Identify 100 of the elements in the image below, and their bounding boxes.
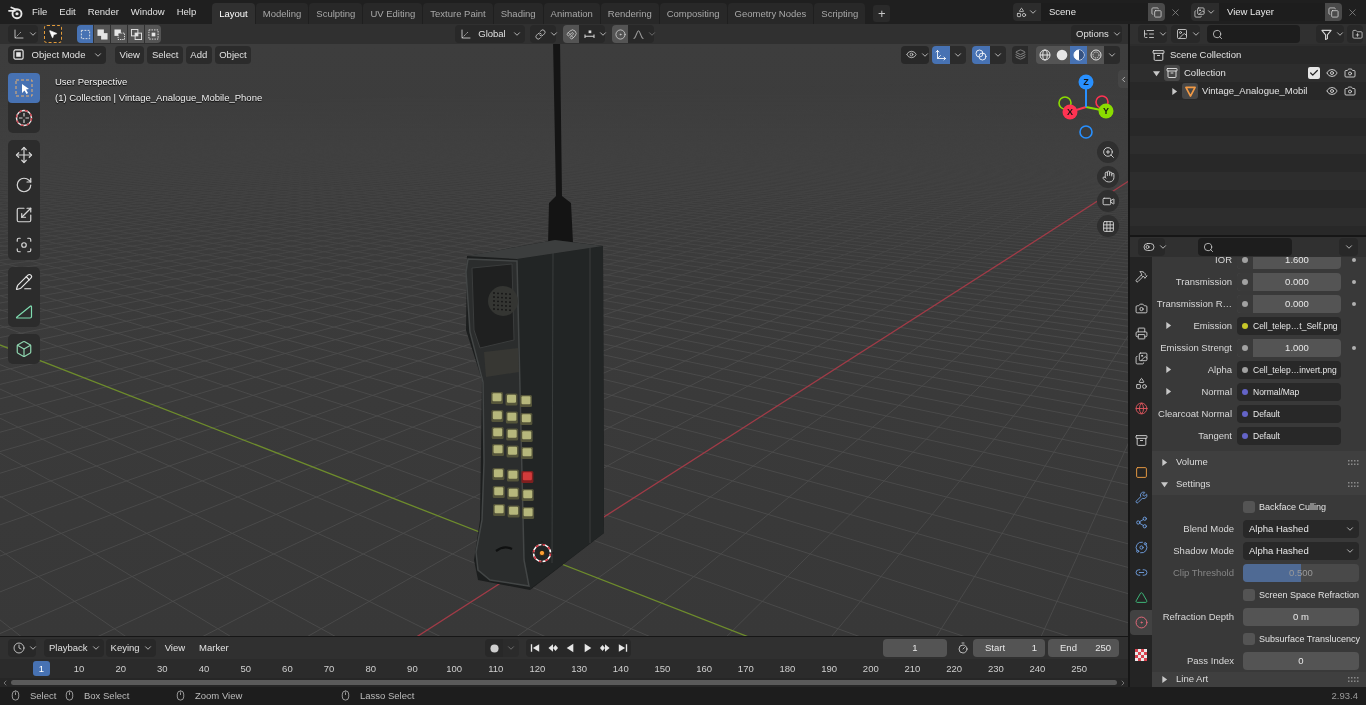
menu-item[interactable]: View <box>115 45 145 64</box>
linked-input-field[interactable]: Normal/Map <box>1237 383 1341 401</box>
expand-triangle-icon[interactable] <box>1171 87 1178 95</box>
add-workspace-button[interactable]: + <box>873 5 891 22</box>
workspace-tab[interactable]: Animation <box>543 3 600 24</box>
search-field[interactable] <box>1198 238 1292 256</box>
shading-mode-button[interactable] <box>1036 45 1053 64</box>
perspective-toggle-button[interactable] <box>1097 215 1119 238</box>
options-dropdown[interactable]: Options <box>1071 25 1122 43</box>
sidebar-toggle-button[interactable] <box>1118 70 1128 88</box>
input-field[interactable]: Default <box>1237 427 1341 445</box>
frame-ruler[interactable]: 1 10 20 30 40 50 60 70 80 90 100 110 120 130 140 150 160 170 180 190 200 210 220 230 240 250 <box>0 659 1128 678</box>
gizmos-toggle[interactable] <box>932 45 950 64</box>
shading-mode-button[interactable] <box>1087 45 1104 64</box>
selection-mode-button[interactable] <box>111 25 127 43</box>
auto-keying-button[interactable] <box>485 639 504 657</box>
workspace-tab[interactable]: Shading <box>493 3 543 24</box>
socket-dot-icon[interactable] <box>1242 367 1248 373</box>
workspace-tab[interactable]: Texture Paint <box>423 3 493 24</box>
editor-type-button[interactable] <box>8 25 38 43</box>
axis-handle[interactable]: X <box>1062 104 1087 120</box>
keyframe-dot-icon[interactable] <box>1351 280 1356 284</box>
dropdown[interactable]: Alpha Hashed <box>1243 542 1359 560</box>
panel-header[interactable]: Volume <box>1152 451 1366 473</box>
select-tool-button[interactable] <box>44 25 62 43</box>
checkbox[interactable] <box>1243 633 1255 645</box>
orientation-dropdown[interactable]: Global <box>455 25 525 43</box>
checkbox-label[interactable]: Backface Culling <box>1259 501 1327 513</box>
outliner-item[interactable]: Collection <box>1184 67 1226 79</box>
socket-dot-icon[interactable] <box>1242 389 1248 395</box>
socket-dot-icon[interactable] <box>1242 411 1248 417</box>
socket-dot-icon[interactable] <box>1242 301 1248 307</box>
linked-input-field[interactable]: Cell_telep…t_Self.png <box>1237 317 1341 335</box>
panel-header[interactable]: Settings <box>1152 473 1366 495</box>
checkbox-label[interactable]: Subsurface Translucency <box>1259 633 1361 645</box>
xray-toggle[interactable] <box>1012 45 1028 64</box>
menu-item[interactable]: View <box>159 639 191 657</box>
proportional-editing-toggle[interactable] <box>612 25 628 43</box>
keyframe-dot-icon[interactable] <box>1351 258 1356 262</box>
selection-mode-button[interactable] <box>128 25 144 43</box>
app-logo-icon[interactable] <box>8 4 23 20</box>
input-field[interactable]: Default <box>1237 405 1341 423</box>
workspace-tab[interactable]: Layout <box>212 3 255 24</box>
menu-item[interactable]: Object <box>214 45 252 64</box>
checkbox[interactable] <box>1243 589 1255 601</box>
menu-item[interactable]: Marker <box>194 639 234 657</box>
view-layer-filter-dropdown[interactable] <box>1171 25 1200 43</box>
new-view-layer-button[interactable] <box>1325 3 1342 21</box>
socket-dot-icon[interactable] <box>1242 257 1248 263</box>
socket-dot-icon[interactable] <box>1242 433 1248 439</box>
tool-button[interactable] <box>8 334 40 364</box>
outliner-item[interactable]: Scene Collection <box>1170 49 1242 61</box>
linked-input-field[interactable]: Cell_telep…invert.png <box>1237 361 1341 379</box>
workspace-tab[interactable]: Sculpting <box>309 3 363 24</box>
preview-range-button[interactable] <box>955 639 971 657</box>
shading-mode-button[interactable] <box>1053 45 1070 64</box>
expand-triangle-icon[interactable] <box>1161 458 1168 466</box>
menu-item[interactable]: File <box>26 2 54 22</box>
view-layer-browse-button[interactable] <box>1191 3 1219 21</box>
3d-viewport[interactable]: Object Mode View Select Add Object User Perspective (1) Collection | Vintage_Analogue_Mobile_Phone X Y Z <box>0 44 1128 636</box>
snap-target-dropdown[interactable] <box>579 25 605 43</box>
workspace-tab[interactable]: Scripting <box>814 3 866 24</box>
snap-toggle[interactable] <box>563 25 579 43</box>
menu-item[interactable]: Edit <box>53 2 82 22</box>
falloff-dropdown[interactable] <box>628 25 654 43</box>
expand-triangle-icon[interactable] <box>1165 388 1172 396</box>
timeline-scrollbar[interactable] <box>11 680 1117 685</box>
shading-mode-button[interactable] <box>1070 45 1087 64</box>
editor-type-button[interactable] <box>8 639 36 657</box>
mode-dropdown[interactable]: Object Mode <box>8 45 106 64</box>
keyframe-dot-icon[interactable] <box>1351 346 1356 350</box>
new-collection-button[interactable] <box>1347 25 1363 43</box>
menu-dropdown[interactable]: Keying <box>105 639 156 657</box>
workspace-tab[interactable]: Compositing <box>659 3 727 24</box>
3d-cursor-icon[interactable] <box>529 540 555 566</box>
expand-triangle-icon[interactable] <box>1161 480 1168 488</box>
tool-button[interactable] <box>8 73 40 103</box>
pivot-dropdown[interactable] <box>530 25 556 43</box>
new-scene-button[interactable] <box>1148 3 1165 21</box>
keyframe-dot-icon[interactable] <box>1351 302 1356 306</box>
checkbox[interactable] <box>1308 67 1320 79</box>
scene-browse-button[interactable] <box>1013 3 1041 21</box>
number-field[interactable]: 1.600 <box>1237 257 1341 269</box>
overlays-toggle[interactable] <box>972 45 990 64</box>
workspace-tab[interactable]: Modeling <box>255 3 309 24</box>
number-field[interactable]: 0 m <box>1243 608 1359 626</box>
panel-header[interactable]: Line Art <box>1152 672 1366 687</box>
socket-dot-icon[interactable] <box>1242 345 1248 351</box>
editor-type-button[interactable] <box>1138 238 1165 256</box>
menu-item[interactable]: Window <box>124 2 171 22</box>
start-frame-field[interactable]: Start 1 <box>973 639 1045 657</box>
checkbox[interactable] <box>1243 501 1255 513</box>
menu-item[interactable]: Help <box>170 2 203 22</box>
dropdown[interactable]: Alpha Hashed <box>1243 520 1359 538</box>
number-field[interactable]: 0.000 <box>1237 295 1341 313</box>
expand-triangle-icon[interactable] <box>1153 69 1160 77</box>
menu-item[interactable]: Render <box>81 2 125 22</box>
number-field[interactable]: 0 <box>1243 652 1359 670</box>
selection-mode-button[interactable] <box>145 25 161 43</box>
display-mode-dropdown[interactable] <box>1138 25 1167 43</box>
